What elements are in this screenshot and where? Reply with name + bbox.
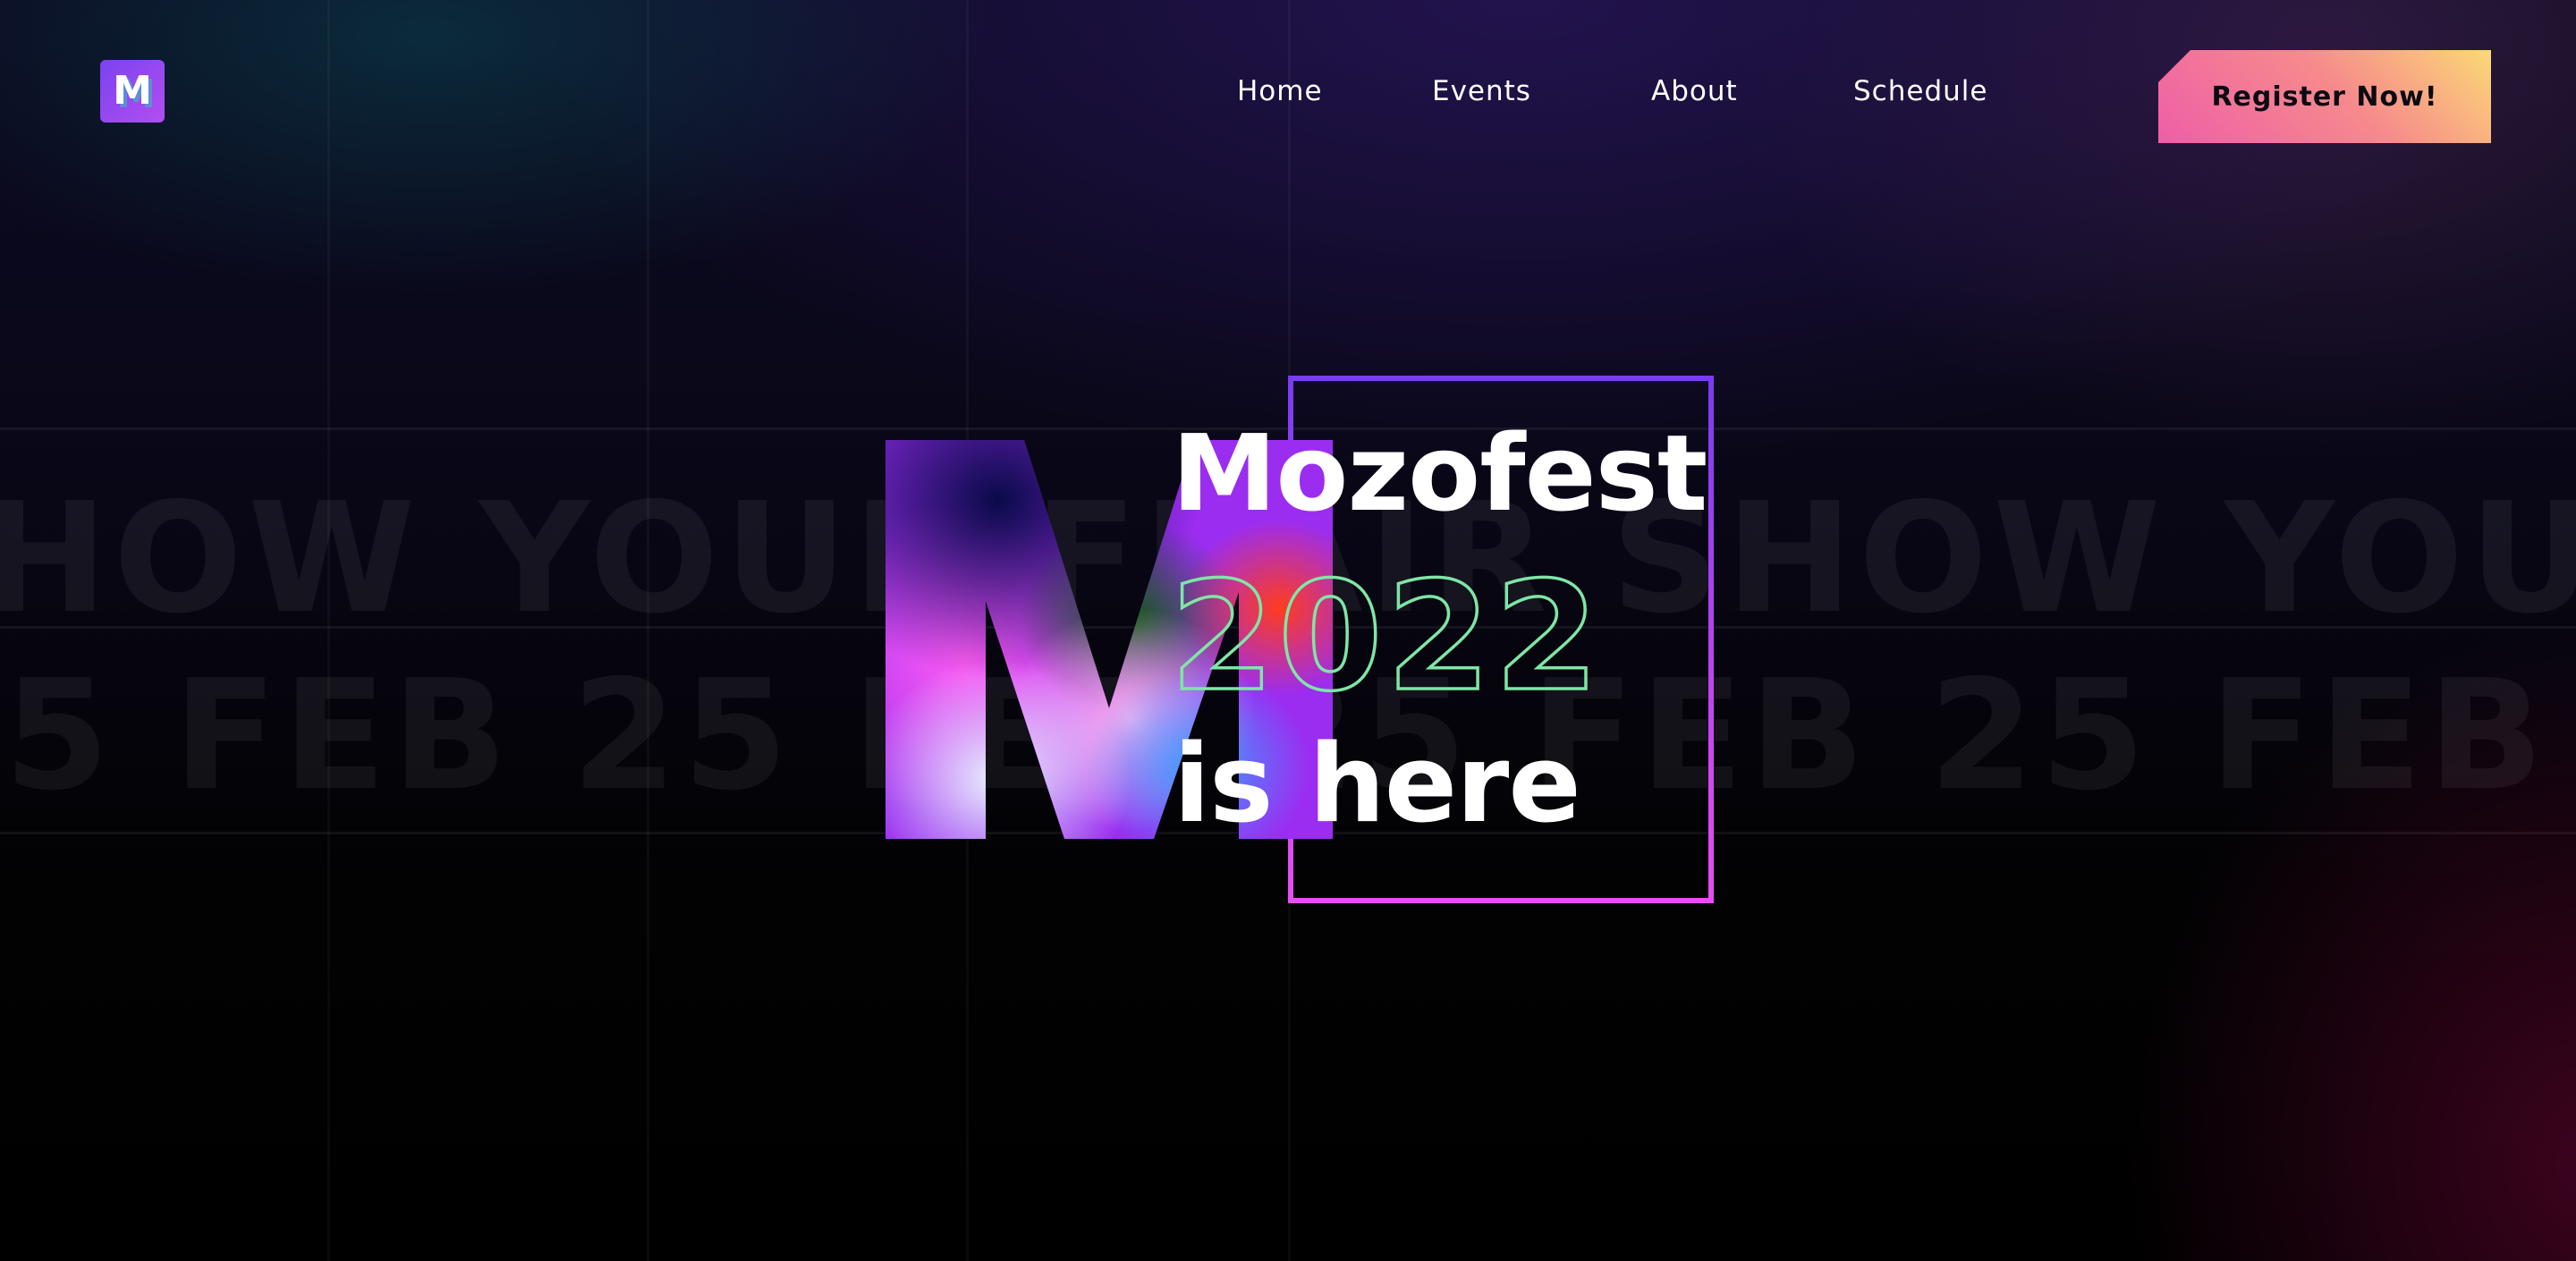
hero-year: 2022 — [1170, 554, 1603, 707]
nav-home-link[interactable]: Home — [1237, 75, 1323, 107]
register-now-button[interactable]: Register Now! — [2158, 50, 2491, 143]
hero-subtitle: is here — [1174, 723, 1581, 847]
logo[interactable]: M — [100, 60, 165, 123]
nav-schedule-link[interactable]: Schedule — [1853, 75, 1987, 107]
hero-year-text: 2022 — [1170, 554, 1603, 707]
logo-letter: M — [113, 68, 152, 114]
hero-title: Mozofest — [1172, 411, 1707, 535]
nav-about-link[interactable]: About — [1651, 75, 1738, 107]
nav-events-link[interactable]: Events — [1432, 75, 1531, 107]
